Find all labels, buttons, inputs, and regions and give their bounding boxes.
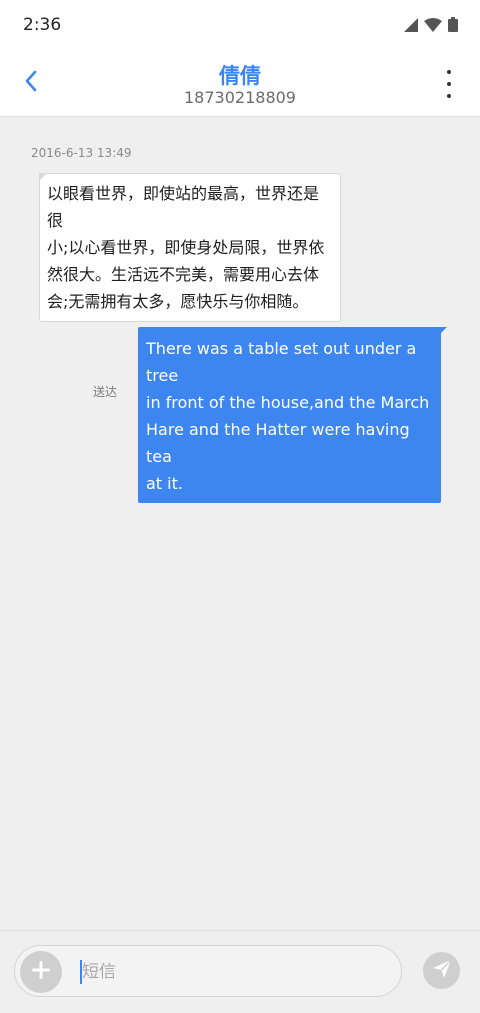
text-cursor bbox=[80, 960, 82, 984]
bubble-tail bbox=[439, 327, 447, 335]
message-line: 小;以心看世界，即使身处局限，世界依 bbox=[47, 238, 325, 257]
wifi-icon bbox=[424, 17, 442, 36]
status-icons bbox=[404, 17, 458, 36]
message-line: Hare and the Hatter were having tea bbox=[146, 420, 410, 466]
message-line: at it. bbox=[146, 474, 183, 493]
message-input[interactable] bbox=[78, 958, 382, 986]
send-icon bbox=[432, 959, 452, 983]
message-timestamp: 2016-6-13 13:49 bbox=[31, 146, 132, 160]
outgoing-message-bubble[interactable]: There was a table set out under a tree i… bbox=[138, 327, 447, 503]
sms-conversation-screen: 2:36 倩倩 18730218809 2016-6-13 13:49 以眼看世… bbox=[0, 0, 480, 1013]
incoming-message-bubble[interactable]: 以眼看世界，即使站的最高，世界还是很 小;以心看世界，即使身处局限，世界依 然很… bbox=[39, 173, 341, 322]
message-line: There was a table set out under a tree bbox=[146, 339, 417, 385]
more-vertical-icon-dot-3 bbox=[447, 94, 451, 98]
battery-icon bbox=[448, 17, 458, 36]
plus-icon bbox=[31, 960, 51, 984]
cellular-signal-icon bbox=[404, 17, 418, 36]
conversation-header: 倩倩 18730218809 bbox=[0, 52, 480, 117]
status-time: 2:36 bbox=[23, 15, 62, 35]
delivery-status: 送达 bbox=[93, 385, 118, 399]
more-vertical-icon-dot-1 bbox=[447, 70, 451, 74]
status-bar: 2:36 bbox=[0, 0, 480, 52]
more-options-button[interactable] bbox=[444, 70, 454, 98]
contact-number: 18730218809 bbox=[184, 88, 296, 107]
send-button[interactable] bbox=[423, 952, 460, 989]
message-line: 会;无需拥有太多，愿快乐与你相随。 bbox=[47, 292, 309, 311]
contact-name: 倩倩 bbox=[219, 64, 261, 88]
message-line: in front of the house,and the March bbox=[146, 393, 430, 412]
message-line: 然很大。生活远不完美，需要用心去体 bbox=[47, 265, 320, 284]
bubble-tail bbox=[39, 173, 47, 181]
message-line: 以眼看世界，即使站的最高，世界还是很 bbox=[47, 184, 320, 230]
more-vertical-icon-dot-2 bbox=[447, 82, 451, 86]
add-attachment-button[interactable] bbox=[20, 951, 62, 993]
